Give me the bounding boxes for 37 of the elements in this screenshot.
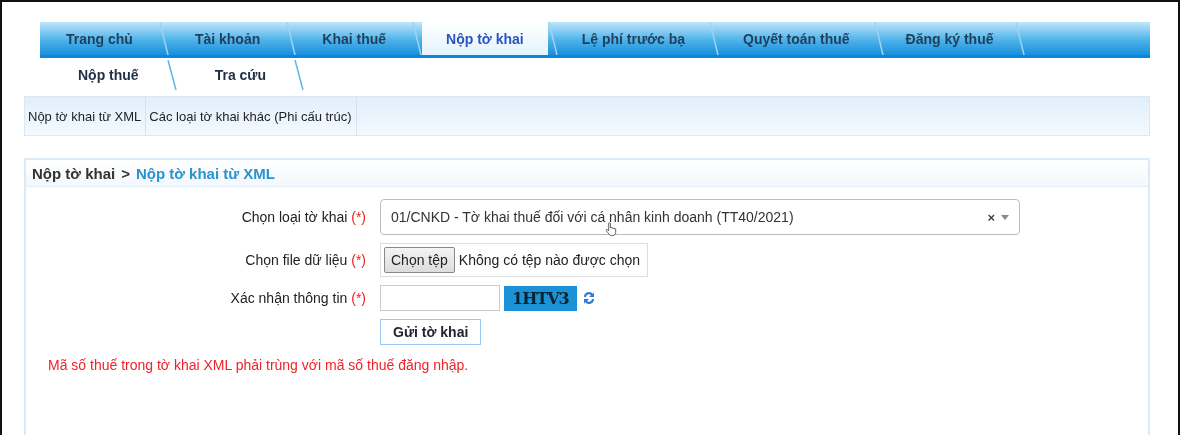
field-label: Chọn loại tờ khai (*): [240, 209, 366, 225]
tab-divider: [1015, 22, 1026, 55]
hand-cursor-icon: [605, 222, 617, 236]
submit-button[interactable]: Gửi tờ khai: [380, 319, 482, 345]
field-label: Chọn file dữ liệu (*): [244, 252, 366, 268]
captcha-image: 1HTV3: [504, 285, 577, 311]
file-status-text: Không có tệp nào được chọn: [458, 252, 642, 268]
sub-nav-link[interactable]: Các loại tờ khai khác (Phi cấu trúc): [146, 97, 357, 135]
nav-tab[interactable]: Tài khoản: [168, 22, 287, 55]
sub-nav-link[interactable]: Nộp tờ khai từ XML: [25, 97, 147, 135]
form-type-select[interactable]: 01/CNKD - Tờ khai thuế đối với cá nhân kinh doanh (TT40/2021) ×: [380, 199, 1020, 235]
tab-divider: [286, 22, 297, 55]
field-label: Xác nhận thông tin (*): [229, 290, 366, 306]
nav-tab[interactable]: Khai thuế: [296, 22, 413, 55]
file-input[interactable]: Chọn tệp Không có tệp nào được chọn: [380, 243, 649, 277]
nav-tab[interactable]: Trang chủ: [40, 22, 159, 55]
clear-selection-button[interactable]: ×: [987, 209, 995, 225]
tab-divider: [709, 22, 719, 55]
nav-tab[interactable]: Lệ phí trước bạ: [557, 22, 709, 55]
caret-icon: [1001, 214, 1009, 220]
tab-divider: [873, 22, 884, 55]
choose-file-button[interactable]: Chọn tệp: [384, 247, 455, 273]
tab-divider: [547, 22, 558, 55]
sub-tab[interactable]: Tra cứu: [176, 67, 295, 83]
nav-tab[interactable]: Đăng ký thuế: [883, 22, 1016, 55]
breadcrumb-current: Nộp tờ khai từ XML: [135, 164, 275, 182]
breadcrumb-separator: >: [121, 164, 130, 182]
nav-tab[interactable]: Nộp tờ khai: [422, 22, 548, 55]
captcha-input-field[interactable]: [380, 285, 500, 311]
nav-tab[interactable]: Quyết toán thuế: [719, 22, 874, 55]
warning-text: Mã số thuế trong tờ khai XML phải trùng với mã số thuế đăng nhập.: [47, 356, 470, 373]
sub-tab[interactable]: Nộp thuế: [40, 67, 167, 83]
tab-divider: [412, 22, 423, 55]
tab-divider: [158, 22, 169, 55]
breadcrumb-link[interactable]: Nộp tờ khai: [32, 164, 116, 182]
tab-divider: [166, 60, 177, 90]
tab-divider: [294, 60, 305, 90]
